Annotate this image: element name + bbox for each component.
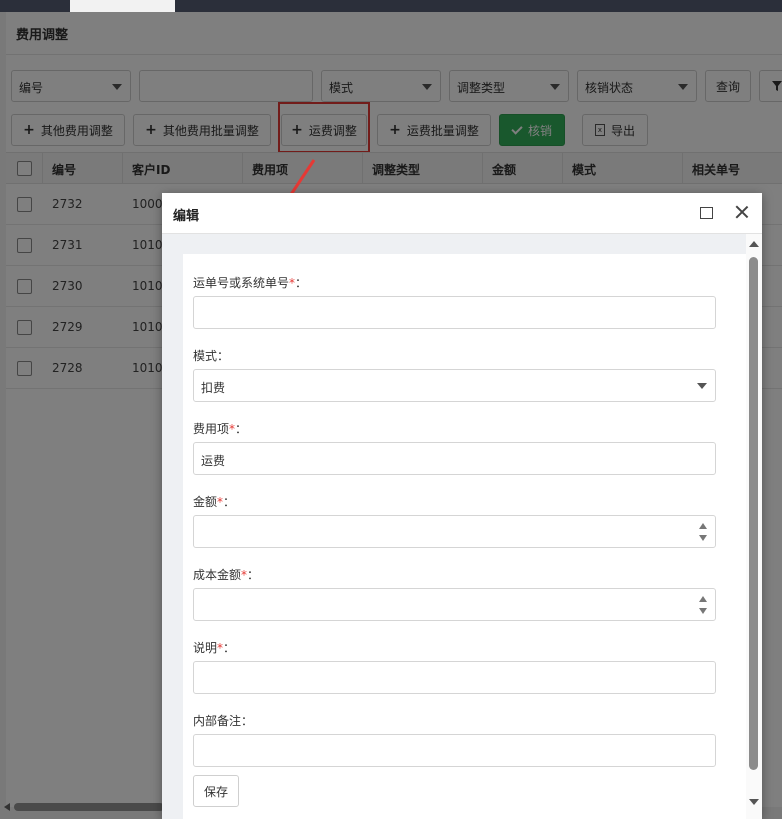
edit-dialog: 编辑 运单号或系统单号*： 模式： 扣费 费用项*： 运费 金额*： 成本金额*…	[162, 193, 762, 819]
cost-amount-input[interactable]	[193, 588, 716, 621]
spin-up-icon[interactable]	[699, 523, 707, 529]
mode-select[interactable]: 扣费	[193, 369, 716, 402]
description-label: 说明*：	[193, 641, 236, 655]
maximize-icon[interactable]	[700, 207, 713, 219]
mode-label: 模式：	[193, 349, 230, 363]
scroll-up-arrow-icon[interactable]	[749, 241, 759, 247]
internal-note-input[interactable]	[193, 734, 716, 767]
internal-note-label: 内部备注：	[193, 714, 254, 728]
spin-down-icon[interactable]	[699, 608, 707, 614]
chevron-down-icon	[697, 383, 707, 389]
fee-item-label: 费用项*：	[193, 422, 248, 436]
fee-item-input[interactable]: 运费	[193, 442, 716, 475]
spin-down-icon[interactable]	[699, 535, 707, 541]
dialog-title: 编辑	[173, 209, 200, 224]
dialog-body: 运单号或系统单号*： 模式： 扣费 费用项*： 运费 金额*： 成本金额*： 说…	[162, 234, 762, 819]
amount-input[interactable]	[193, 515, 716, 548]
edit-form: 运单号或系统单号*： 模式： 扣费 费用项*： 运费 金额*： 成本金额*： 说…	[183, 254, 753, 819]
description-input[interactable]	[193, 661, 716, 694]
scroll-down-arrow-icon[interactable]	[749, 799, 759, 805]
mode-value: 扣费	[201, 381, 226, 395]
close-icon[interactable]	[735, 205, 749, 219]
dialog-header: 编辑	[162, 193, 762, 234]
waybill-input[interactable]	[193, 296, 716, 329]
spin-up-icon[interactable]	[699, 596, 707, 602]
save-button[interactable]: 保存	[193, 775, 239, 807]
cost-amount-label: 成本金额*：	[193, 568, 260, 582]
vertical-scrollbar-thumb[interactable]	[749, 257, 758, 770]
amount-label: 金额*：	[193, 495, 236, 509]
waybill-label: 运单号或系统单号*：	[193, 276, 308, 290]
